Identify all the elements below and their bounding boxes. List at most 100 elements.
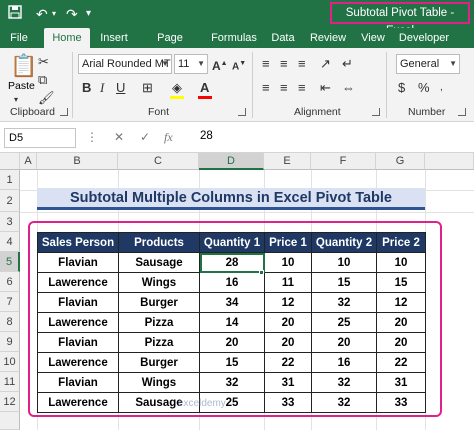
tab-file[interactable]: File: [6, 28, 32, 48]
align-right-icon[interactable]: ≡: [298, 80, 306, 96]
cell[interactable]: 31: [264, 372, 312, 393]
cell[interactable]: 20: [264, 332, 312, 353]
header-price-2[interactable]: Price 2: [376, 232, 426, 253]
tab-home[interactable]: Home: [44, 28, 90, 48]
cell[interactable]: 22: [264, 352, 312, 373]
cell[interactable]: 16: [199, 272, 265, 293]
cell[interactable]: Flavian: [37, 252, 119, 273]
underline-icon[interactable]: U: [116, 80, 125, 96]
enter-icon[interactable]: ✓: [140, 130, 150, 144]
cell[interactable]: 32: [199, 372, 265, 393]
cut-icon[interactable]: ✂: [38, 54, 49, 70]
undo-dropdown-icon[interactable]: ▾: [52, 5, 56, 23]
cell[interactable]: 31: [376, 372, 426, 393]
cell[interactable]: Lawerence: [37, 272, 119, 293]
top-align-icon[interactable]: ≡: [262, 56, 270, 72]
paste-icon[interactable]: 📋: [10, 54, 37, 78]
row-header-4[interactable]: 4: [0, 232, 20, 252]
column-header-b[interactable]: B: [37, 153, 118, 170]
cell[interactable]: Pizza: [118, 332, 200, 353]
copy-icon[interactable]: ⧉: [38, 72, 47, 88]
header-products[interactable]: Products: [118, 232, 200, 253]
cancel-icon[interactable]: ✕: [114, 130, 124, 144]
cell[interactable]: 14: [199, 312, 265, 333]
tab-view[interactable]: View: [358, 28, 388, 48]
redo-icon[interactable]: ↷: [66, 5, 78, 23]
row-header-12[interactable]: 12: [0, 392, 20, 412]
row-header-8[interactable]: 8: [0, 312, 20, 332]
row-header-11[interactable]: 11: [0, 372, 20, 392]
header-price-1[interactable]: Price 1: [264, 232, 312, 253]
middle-align-icon[interactable]: ≡: [280, 56, 288, 72]
wrap-text-icon[interactable]: ↵: [342, 56, 353, 72]
format-painter-icon[interactable]: 🖌: [38, 90, 55, 106]
selected-cell[interactable]: 28: [199, 252, 265, 273]
decrease-font-icon[interactable]: A▼: [232, 56, 246, 75]
cell[interactable]: 12: [376, 292, 426, 313]
comma-style-icon[interactable]: ,: [440, 80, 443, 96]
select-all-corner[interactable]: [0, 153, 20, 170]
tab-page-layout[interactable]: Page Layout: [140, 28, 200, 64]
formula-input[interactable]: 28: [200, 130, 213, 142]
fill-color-icon[interactable]: ◈: [172, 80, 182, 96]
row-header-2[interactable]: 2: [0, 190, 20, 212]
italic-icon[interactable]: I: [100, 80, 104, 96]
orientation-icon[interactable]: ↗: [320, 56, 331, 72]
tab-developer[interactable]: Developer: [396, 28, 452, 48]
row-header-6[interactable]: 6: [0, 272, 20, 292]
cell[interactable]: 25: [311, 312, 377, 333]
cell[interactable]: 10: [264, 252, 312, 273]
fill-handle[interactable]: [259, 270, 264, 275]
cell[interactable]: 20: [311, 332, 377, 353]
alignment-launcher-icon[interactable]: [372, 108, 380, 116]
font-color-icon[interactable]: A: [200, 80, 209, 96]
cell[interactable]: 15: [376, 272, 426, 293]
cell[interactable]: Wings: [118, 372, 200, 393]
cell[interactable]: 32: [311, 292, 377, 313]
cell[interactable]: 15: [199, 352, 265, 373]
cell[interactable]: 32: [311, 392, 377, 413]
cell[interactable]: 32: [311, 372, 377, 393]
cell[interactable]: Sausage: [118, 252, 200, 273]
tab-insert[interactable]: Insert: [96, 28, 132, 48]
bottom-align-icon[interactable]: ≡: [298, 56, 306, 72]
row-header-9[interactable]: 9: [0, 332, 20, 352]
font-size-select[interactable]: 11 ▼: [174, 54, 208, 74]
cell[interactable]: Burger: [118, 292, 200, 313]
tab-formulas[interactable]: Formulas: [210, 28, 258, 48]
cell[interactable]: Flavian: [37, 332, 119, 353]
cell[interactable]: Lawerence: [37, 352, 119, 373]
cell[interactable]: Wings: [118, 272, 200, 293]
column-header-c[interactable]: C: [118, 153, 199, 170]
tab-review[interactable]: Review: [308, 28, 348, 48]
row-header-5[interactable]: 5: [0, 252, 20, 272]
indent-icon[interactable]: ⇤: [320, 80, 331, 96]
cell[interactable]: Lawerence: [37, 312, 119, 333]
cell[interactable]: 20: [264, 312, 312, 333]
cell[interactable]: 11: [264, 272, 312, 293]
clipboard-launcher-icon[interactable]: [60, 108, 68, 116]
align-center-icon[interactable]: ≡: [280, 80, 288, 96]
paste-button[interactable]: Paste: [8, 80, 35, 92]
merge-center-icon[interactable]: ⇔: [342, 80, 355, 96]
cell[interactable]: Pizza: [118, 312, 200, 333]
cell[interactable]: Flavian: [37, 372, 119, 393]
column-header-h[interactable]: [425, 153, 474, 170]
cell[interactable]: 20: [199, 332, 265, 353]
cell[interactable]: 34: [199, 292, 265, 313]
number-format-select[interactable]: General ▼: [396, 54, 460, 74]
row-header-10[interactable]: 10: [0, 352, 20, 372]
cell[interactable]: 33: [264, 392, 312, 413]
number-launcher-icon[interactable]: [458, 108, 466, 116]
percent-icon[interactable]: %: [418, 80, 430, 96]
cell[interactable]: 22: [376, 352, 426, 373]
customize-toolbar-icon[interactable]: ▾: [86, 5, 91, 23]
cell[interactable]: 15: [311, 272, 377, 293]
cell[interactable]: 20: [376, 312, 426, 333]
font-family-select[interactable]: Arial Rounded MT B ▼: [78, 54, 172, 74]
column-header-d[interactable]: D: [199, 153, 264, 170]
align-left-icon[interactable]: ≡: [262, 80, 270, 96]
cell[interactable]: Burger: [118, 352, 200, 373]
font-launcher-icon[interactable]: [238, 108, 246, 116]
column-header-e[interactable]: E: [264, 153, 311, 170]
